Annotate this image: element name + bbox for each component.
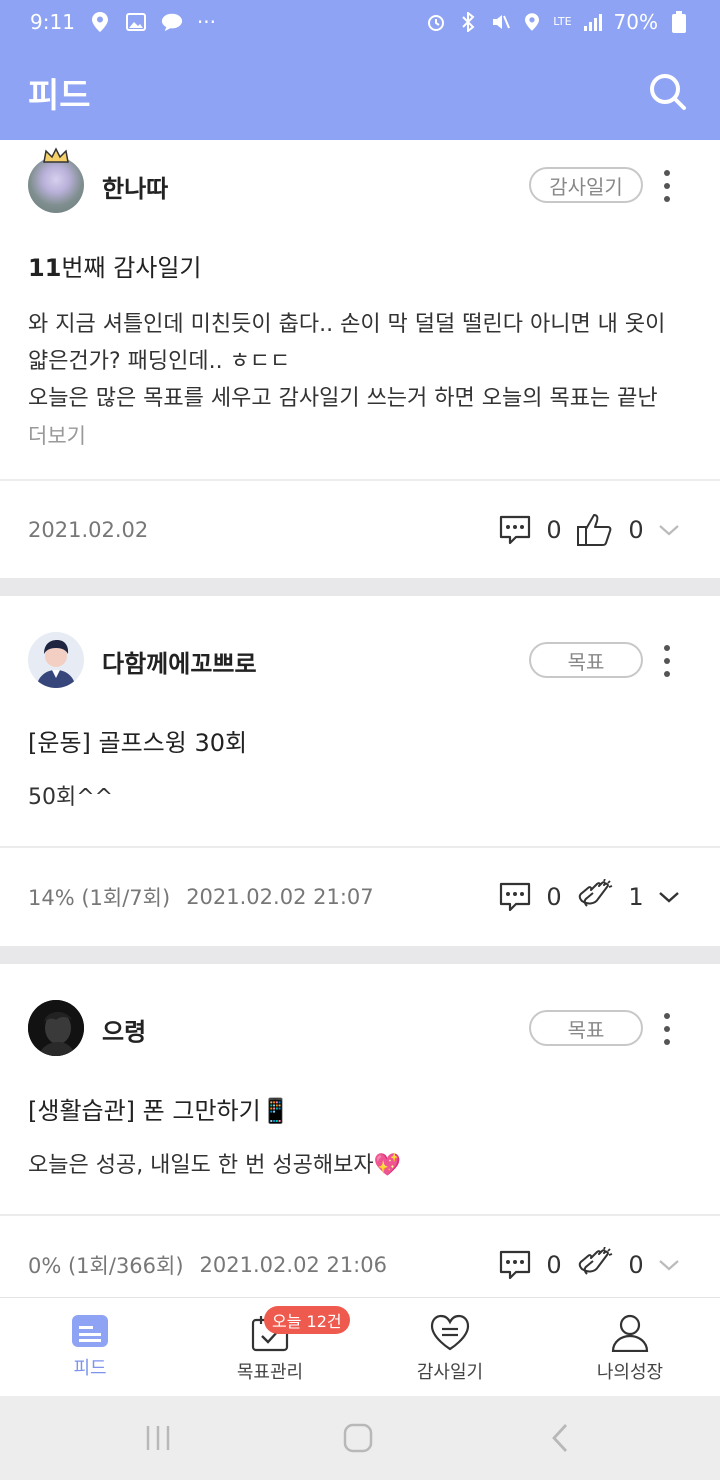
post-title: 11번째 감사일기 (28, 254, 202, 282)
system-navigation-bar (0, 1396, 720, 1480)
status-time: 9:11 (30, 10, 75, 34)
goal-progress: 0% (1회/366회) (28, 1254, 184, 1278)
post-body: 50회^^ (28, 785, 114, 810)
alarm-icon (425, 11, 447, 33)
crown-icon (43, 147, 69, 163)
back-icon (552, 1424, 568, 1452)
post-date: 2021.02.02 21:07 (186, 885, 374, 909)
comment-icon[interactable] (498, 881, 532, 913)
tab-label: 나의성장 (596, 1362, 664, 1383)
search-button[interactable] (644, 68, 692, 116)
cheer-count: 1 (628, 883, 644, 911)
username[interactable]: 으령 (102, 1012, 146, 1047)
username[interactable]: 다함께에꼬쁘로 (102, 644, 257, 679)
bluetooth-icon (457, 11, 479, 33)
chevron-down-icon[interactable] (658, 523, 680, 537)
thumbs-up-icon[interactable] (576, 513, 614, 547)
tab-growth[interactable]: 나의성장 (540, 1298, 720, 1397)
like-count: 0 (628, 516, 644, 544)
feed-post[interactable]: 한나따 감사일기 11번째 감사일기 와 지금 셔틀인데 미친듯이 춥다.. 손… (0, 140, 720, 578)
feed-post[interactable]: 다함께에꼬쁘로 목표 [운동] 골프스윙 30회 50회^^ 14% (1회/7… (0, 596, 720, 946)
tab-label: 감사일기 (416, 1362, 484, 1383)
username[interactable]: 한나따 (102, 169, 168, 204)
tab-gratitude[interactable]: 감사일기 (360, 1298, 540, 1397)
avatar[interactable] (28, 632, 84, 688)
gallery-icon (125, 11, 147, 33)
mute-icon (489, 11, 511, 33)
back-button[interactable] (520, 1396, 600, 1480)
bottom-navigation: 피드 목표관리 오늘 12건 감사일기 나의성장 (0, 1297, 720, 1396)
battery-icon (668, 11, 690, 33)
talk-icon (161, 11, 183, 33)
cheer-count: 0 (628, 1251, 644, 1279)
feed-icon (72, 1315, 108, 1347)
category-badge: 감사일기 (529, 167, 643, 203)
feed-list[interactable]: 한나따 감사일기 11번째 감사일기 와 지금 셔틀인데 미친듯이 춥다.. 손… (0, 140, 720, 1297)
more-options-button[interactable] (656, 168, 678, 204)
network-label: LTE (553, 15, 572, 28)
more-options-button[interactable] (656, 643, 678, 679)
signal-icon (582, 11, 604, 33)
recent-apps-button[interactable] (118, 1396, 198, 1480)
app-bar: 피드 (0, 44, 720, 140)
location-status-icon (521, 11, 543, 33)
clapping-hands-icon[interactable] (576, 1247, 614, 1283)
post-title: [운동] 골프스윙 30회 (28, 729, 248, 757)
tab-goals[interactable]: 목표관리 오늘 12건 (180, 1298, 360, 1397)
avatar[interactable] (28, 157, 84, 213)
post-date: 2021.02.02 21:06 (199, 1253, 387, 1277)
clapping-hands-icon[interactable] (576, 879, 614, 915)
home-icon (343, 1423, 373, 1453)
goal-progress: 14% (1회/7회) (28, 886, 171, 910)
tab-label: 피드 (73, 1358, 107, 1379)
post-footer: 14% (1회/7회) 2021.02.02 21:07 0 1 (0, 848, 720, 946)
post-body: 오늘은 성공, 내일도 한 번 성공해보자💖 (28, 1153, 401, 1178)
tab-label: 목표관리 (236, 1362, 304, 1383)
feed-post[interactable]: 으령 목표 [생활습관] 폰 그만하기📱 오늘은 성공, 내일도 한 번 성공해… (0, 964, 720, 1297)
heart-icon (430, 1314, 470, 1351)
category-badge: 목표 (529, 1010, 643, 1046)
post-date: 2021.02.02 (28, 518, 149, 542)
chevron-down-icon[interactable] (658, 1258, 680, 1272)
comment-icon[interactable] (498, 1249, 532, 1281)
location-icon (89, 11, 111, 33)
home-button[interactable] (318, 1396, 398, 1480)
page-title: 피드 (28, 75, 91, 116)
post-title: [생활습관] 폰 그만하기📱 (28, 1097, 291, 1125)
avatar[interactable] (28, 1000, 84, 1056)
tab-feed[interactable]: 피드 (0, 1298, 180, 1397)
post-footer: 2021.02.02 0 0 (0, 481, 720, 579)
person-icon (611, 1314, 649, 1352)
comment-icon[interactable] (498, 514, 532, 546)
comment-count: 0 (546, 1251, 562, 1279)
read-more-link[interactable]: 더보기 (28, 420, 86, 450)
today-count-badge: 오늘 12건 (264, 1306, 350, 1334)
more-notifications-icon: ··· (196, 10, 216, 34)
post-footer: 0% (1회/366회) 2021.02.02 21:06 0 0 (0, 1216, 720, 1297)
post-body: 와 지금 셔틀인데 미친듯이 춥다.. 손이 막 덜덜 떨린다 아니면 내 옷이… (28, 312, 666, 411)
recent-apps-icon (146, 1426, 170, 1450)
chevron-down-icon[interactable] (658, 890, 680, 904)
comment-count: 0 (546, 883, 562, 911)
status-bar: 9:11 ··· LTE 70% (0, 0, 720, 44)
battery-percent: 70% (613, 10, 658, 34)
comment-count: 0 (546, 516, 562, 544)
category-badge: 목표 (529, 642, 643, 678)
more-options-button[interactable] (656, 1011, 678, 1047)
search-icon (650, 74, 686, 110)
